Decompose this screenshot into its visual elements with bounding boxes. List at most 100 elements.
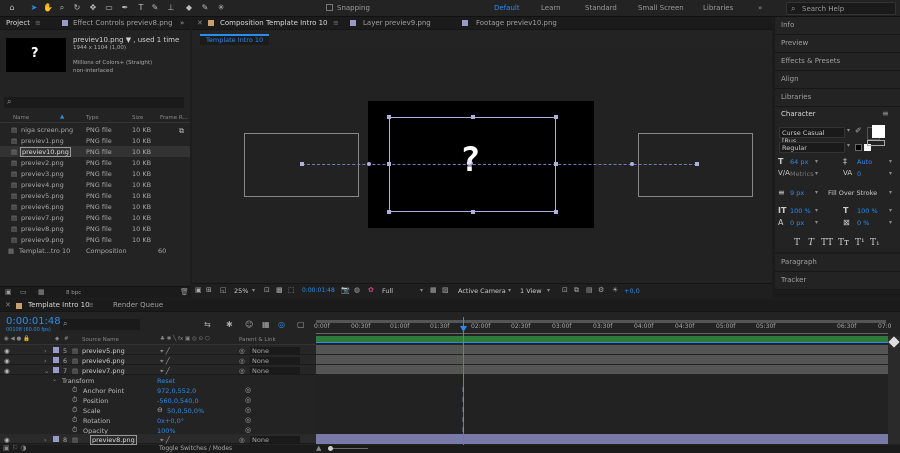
panel-effects-presets[interactable]: Effects & Presets — [775, 53, 900, 71]
tracking-value[interactable]: 0 — [857, 170, 861, 178]
transform-handle[interactable] — [387, 210, 391, 214]
path-point[interactable] — [630, 162, 634, 166]
eyedropper-icon[interactable]: ✐ — [855, 126, 862, 135]
sort-icon[interactable]: ▲ — [60, 114, 64, 120]
rotation-value[interactable]: 0x+0,0° — [157, 417, 184, 425]
tab-project[interactable]: Project — [6, 19, 30, 27]
tracking-chevron-icon[interactable]: ▾ — [889, 170, 892, 177]
transform-handle[interactable] — [554, 115, 558, 119]
project-item[interactable]: ▤ previev8.png PNG file 10 KB — [0, 223, 190, 234]
visibility-eye-icon[interactable]: ◉ — [4, 347, 10, 355]
comp-subtab[interactable]: Template Intro 10 — [200, 34, 270, 45]
expression-pickwhip-icon[interactable]: ◎ — [245, 406, 251, 414]
pen-tool-icon[interactable]: ✒ — [120, 3, 130, 13]
motion-blur-icon[interactable]: ◎ — [278, 320, 285, 329]
expand-chevron-icon[interactable]: › — [44, 347, 47, 355]
workspace-learn[interactable]: Learn — [541, 4, 561, 12]
project-item[interactable]: ▦ Templat...tro 10 Composition 60 — [0, 245, 190, 256]
visibility-eye-icon[interactable]: ◉ — [4, 367, 10, 375]
stroke-type-select[interactable]: Fill Over Stroke — [828, 189, 877, 197]
visibility-eye-icon[interactable]: ◉ — [4, 436, 10, 444]
view-select[interactable]: 1 View — [520, 287, 542, 295]
new-comp-icon[interactable]: ▦ — [38, 288, 45, 296]
faux-bold-button[interactable]: T — [794, 238, 800, 248]
keyframe-icon[interactable]: I — [462, 386, 464, 394]
transform-reset-link[interactable]: Reset — [157, 377, 175, 385]
expand-chevron-icon[interactable]: › — [44, 357, 47, 365]
style-chevron-icon[interactable]: ▾ — [847, 142, 850, 149]
workspace-small-screen[interactable]: Small Screen — [638, 4, 684, 12]
close-timeline-icon[interactable]: ✕ — [5, 301, 11, 309]
graph-editor-icon[interactable]: ▢ — [297, 320, 305, 329]
mask-icon[interactable]: ◱ — [220, 286, 227, 294]
leading-chevron-icon[interactable]: ▾ — [889, 158, 892, 165]
expression-pickwhip-icon[interactable]: ◎ — [245, 416, 251, 424]
fit-icon[interactable]: ⊡ — [264, 286, 270, 294]
workspace-libraries[interactable]: Libraries — [703, 4, 733, 12]
camera-select[interactable]: Active Camera — [458, 287, 506, 295]
stopwatch-icon[interactable]: ⏱ — [72, 416, 77, 425]
shy-layers-icon[interactable]: ☺ — [245, 320, 253, 329]
keyframe-icon[interactable]: I — [462, 396, 464, 404]
expression-pickwhip-icon[interactable]: ◎ — [245, 396, 251, 404]
transform-handle[interactable] — [471, 210, 475, 214]
panel-menu-icon[interactable]: ≡ — [35, 19, 41, 27]
home-icon[interactable]: ⌂ — [7, 3, 17, 13]
font-size-value[interactable]: 64 px — [790, 158, 808, 166]
tsume-value[interactable]: 0 % — [857, 219, 869, 227]
grid-icon[interactable]: ⊞ — [206, 286, 212, 294]
camera-chevron-icon[interactable]: ▾ — [508, 287, 511, 294]
orbit-tool-icon[interactable]: ↻ — [72, 3, 82, 13]
interpret-footage-icon[interactable]: ▣ — [5, 288, 12, 296]
project-item[interactable]: ▤ previev2.png PNG file 10 KB — [0, 157, 190, 168]
track-bar-8[interactable] — [316, 434, 888, 444]
constrain-link-icon[interactable]: ⊖ — [157, 406, 163, 414]
tab-composition[interactable]: Composition Template Intro 10 — [220, 19, 328, 27]
faux-italic-button[interactable]: T — [808, 238, 814, 248]
character-menu-icon[interactable]: ≡ — [882, 109, 889, 118]
vert-scale-chevron-icon[interactable]: ▾ — [815, 207, 818, 214]
stroke-width-value[interactable]: 9 px — [790, 189, 804, 197]
project-item[interactable]: ▤ previev6.png PNG file 10 KB — [0, 201, 190, 212]
footer-comp-icon[interactable]: ▣ ⚐ ◑ — [3, 444, 26, 452]
transform-handle[interactable] — [387, 115, 391, 119]
search-help-input[interactable]: ⌕ Search Help — [786, 2, 896, 15]
fill-color-swatch[interactable] — [872, 125, 885, 138]
channel-icon[interactable]: ✿ — [368, 286, 374, 294]
3d-renderer-icon[interactable]: ▨ — [442, 286, 449, 294]
small-caps-button[interactable]: Tт — [838, 238, 849, 248]
keyframe-icon[interactable]: I — [462, 406, 464, 414]
timeline-timecode[interactable]: 0:00:01:48 — [6, 316, 61, 327]
font-size-chevron-icon[interactable]: ▾ — [815, 158, 818, 165]
zoom-chevron-icon[interactable]: ▾ — [252, 287, 255, 294]
transform-chevron-icon[interactable]: ⌄ — [52, 376, 57, 383]
scale-value[interactable]: 50,0,50,0% — [167, 407, 204, 415]
font-family-select[interactable]: Curse Casual [Rus... — [779, 127, 845, 145]
roto-tool-icon[interactable]: ✎ — [200, 3, 210, 13]
project-item[interactable]: ▤ previev3.png PNG file 10 KB — [0, 168, 190, 179]
path-keyframe[interactable] — [695, 162, 699, 166]
transform-handle[interactable] — [554, 162, 558, 166]
col-name[interactable]: Name — [13, 115, 29, 121]
font-chevron-icon[interactable]: ▾ — [847, 127, 850, 134]
snapshot-icon[interactable]: 📷 — [341, 286, 350, 294]
zoom-select[interactable]: 25% — [234, 287, 248, 295]
path-point[interactable] — [367, 162, 371, 166]
transform-handle[interactable] — [387, 162, 391, 166]
fast-draft-icon[interactable]: ▤ — [586, 286, 593, 294]
project-search-input[interactable]: ⌕ — [4, 97, 184, 108]
black-swatch[interactable] — [855, 144, 862, 151]
tab-effect-controls[interactable]: Effect Controls previev8.png — [73, 19, 173, 27]
vert-scale-value[interactable]: 100 % — [790, 207, 811, 215]
transparency-icon[interactable]: ▩ — [276, 286, 283, 294]
parent-pickwhip-icon[interactable]: ◎ — [239, 347, 245, 355]
layer-row-6[interactable]: ◉ › 6 ▤ previev6.png ⌖ ╱ ◎ None — [0, 355, 316, 365]
tsume-chevron-icon[interactable]: ▾ — [889, 219, 892, 226]
tab-render-queue[interactable]: Render Queue — [113, 301, 163, 309]
col-parent-link[interactable]: Parent & Link — [239, 337, 276, 343]
frame-blending-icon[interactable]: ▦ — [262, 320, 270, 329]
project-item[interactable]: ▤ previev1.png PNG file 10 KB — [0, 135, 190, 146]
parent-pickwhip-icon[interactable]: ◎ — [239, 357, 245, 365]
panel-preview[interactable]: Preview — [775, 35, 900, 53]
label-swatch[interactable] — [53, 436, 59, 442]
